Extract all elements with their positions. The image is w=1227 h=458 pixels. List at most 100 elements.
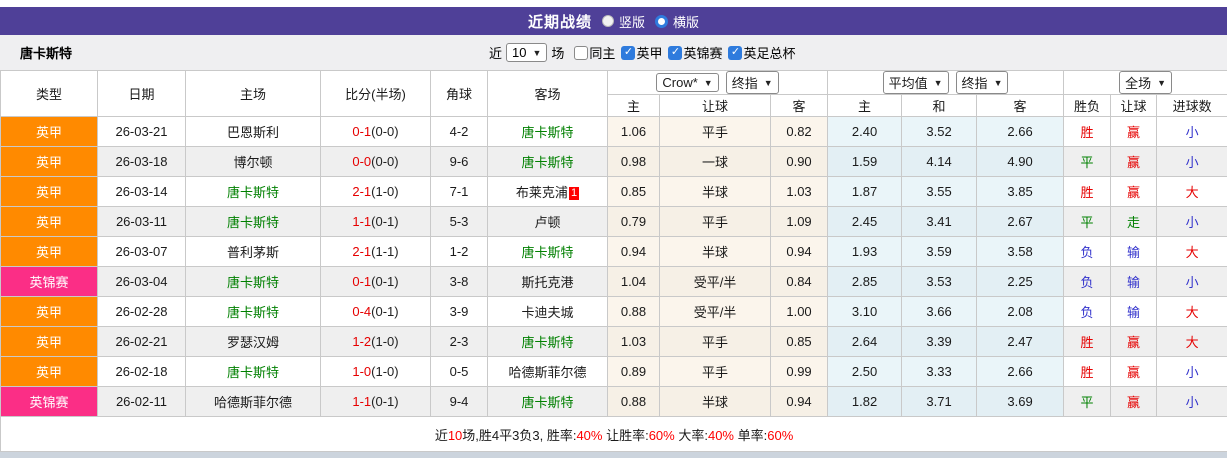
odds-group-header: Crow* ▼ 终指 ▼	[606, 70, 829, 95]
handicap-result-cell: 赢	[1110, 116, 1158, 147]
avg-stage-select[interactable]: 终指 ▼	[955, 71, 1009, 94]
checkbox-label[interactable]: 英足总杯	[743, 43, 795, 62]
avg-select[interactable]: 平均值 ▼	[882, 71, 949, 94]
period-select[interactable]: 全场 ▼	[1119, 71, 1173, 94]
type-badge: 英甲	[0, 326, 98, 357]
checkbox[interactable]: ✓	[668, 45, 683, 60]
odds-away-cell: 0.94	[769, 386, 829, 417]
avg-draw-cell: 3.41	[901, 206, 978, 237]
outcome-cell: 平	[1063, 146, 1112, 177]
date-cell: 26-02-18	[97, 356, 186, 387]
handicap-cell: 半球	[659, 386, 771, 417]
summary-segment: 单率:	[734, 427, 768, 443]
home-team: 哈德斯菲尔德	[185, 386, 321, 417]
avg-home-cell: 2.40	[827, 116, 903, 147]
away-team: 唐卡斯特	[521, 155, 574, 170]
summary-segment: 10	[447, 427, 463, 443]
avg-draw-cell: 3.59	[901, 236, 978, 267]
odds-away-cell: 0.94	[769, 236, 829, 267]
halftime-score: (0-1)	[371, 304, 399, 319]
home-team: 罗瑟汉姆	[185, 326, 321, 357]
fulltime-score: 1-1	[352, 214, 372, 229]
date-cell: 26-02-21	[97, 326, 186, 357]
date-cell: 26-03-07	[97, 236, 186, 267]
results-foot: 近10场,胜4平3负3, 胜率:40% 让胜率:60% 大率:40% 单率:60…	[0, 416, 1227, 452]
away-team: 卢顿	[534, 215, 561, 230]
avg-group-header: 平均值 ▼ 终指 ▼	[827, 70, 1065, 95]
away-team-cell: 哈德斯菲尔德	[487, 356, 608, 387]
halftime-score: (1-0)	[371, 334, 399, 349]
layout-radio-horizontal[interactable]: 横版	[655, 12, 699, 31]
avg-home-cell: 2.85	[827, 266, 903, 297]
col-header-avg-home: 主	[827, 94, 903, 117]
corner-cell: 9-4	[430, 386, 488, 417]
col-header-corner: 角球	[430, 70, 488, 117]
away-team-cell: 唐卡斯特	[487, 146, 608, 177]
odds-stage-select[interactable]: 终指 ▼	[725, 71, 779, 94]
away-team-cell: 唐卡斯特	[487, 326, 608, 357]
radio-unchecked-icon[interactable]	[601, 15, 614, 27]
summary-segment: 让胜率:	[602, 427, 649, 443]
handicap-result-cell: 赢	[1110, 146, 1158, 177]
avg-home-cell: 1.59	[827, 146, 903, 177]
avg-draw-cell: 4.14	[901, 146, 978, 177]
halftime-score: (0-1)	[371, 214, 399, 229]
date-cell: 26-03-14	[97, 176, 186, 207]
checkbox-label[interactable]: 英锦赛	[683, 43, 722, 62]
date-cell: 26-03-11	[97, 206, 186, 237]
handicap-result-cell: 赢	[1110, 356, 1158, 387]
col-header-score: 比分(半场)	[320, 70, 431, 117]
score-cell: 0-1(0-1)	[320, 266, 431, 297]
odds-away-cell: 1.00	[769, 296, 829, 327]
col-header-avg-away: 客	[976, 94, 1065, 117]
score-cell: 0-4(0-1)	[320, 296, 431, 327]
radio-checked-icon[interactable]	[655, 14, 668, 28]
chevron-down-icon: ▼	[933, 77, 943, 88]
checkbox[interactable]: ✓	[728, 45, 743, 60]
table-row: 英甲 26-03-21 巴恩斯利 0-1(0-0) 4-2 唐卡斯特 1.06 …	[0, 116, 1227, 147]
results-head: 类型 日期 主场 比分(半场) 角球 客场 Crow* ▼ 终指 ▼ 平均值 ▼…	[0, 70, 1227, 117]
handicap-cell: 一球	[659, 146, 771, 177]
radio-vertical-label[interactable]: 竖版	[619, 12, 645, 31]
title-bar: 近期战绩 竖版 横版	[0, 7, 1227, 35]
odds-away-cell: 0.85	[769, 326, 829, 357]
avg-away-cell: 2.47	[976, 326, 1065, 357]
chevron-down-icon: ▼	[703, 77, 713, 88]
checkbox[interactable]: ✓	[621, 45, 636, 60]
away-team-cell: 斯托克港	[487, 266, 608, 297]
odds-away-cell: 0.82	[769, 116, 829, 147]
bookmaker-select[interactable]: Crow* ▼	[656, 73, 719, 92]
checkbox-label[interactable]: 同主	[589, 43, 615, 62]
handicap-cell: 平手	[659, 116, 771, 147]
summary-row: 近10场,胜4平3负3, 胜率:40% 让胜率:60% 大率:40% 单率:60…	[0, 416, 1227, 452]
bottom-strip	[0, 452, 1227, 458]
home-team: 唐卡斯特	[185, 356, 321, 387]
avg-stage-select-value: 终指	[961, 76, 988, 91]
fulltime-score: 2-1	[352, 184, 372, 199]
handicap-result-cell: 走	[1110, 206, 1158, 237]
outcome-cell: 平	[1063, 386, 1112, 417]
away-team: 布莱克浦	[515, 185, 568, 200]
type-badge: 英甲	[0, 176, 98, 207]
goals-cell: 小	[1156, 356, 1227, 387]
layout-radio-vertical[interactable]: 竖版	[601, 12, 645, 31]
avg-draw-cell: 3.66	[901, 296, 978, 327]
summary-segment: 场,胜4平3负3, 胜率:	[462, 427, 577, 443]
odds-home-cell: 1.03	[607, 326, 660, 357]
checkbox-label[interactable]: 英甲	[636, 43, 662, 62]
handicap-result-cell: 赢	[1110, 326, 1158, 357]
outcome-cell: 平	[1063, 206, 1112, 237]
recent-count-select[interactable]: 10 ▼	[506, 43, 548, 62]
halftime-score: (1-1)	[371, 244, 399, 259]
summary-segment: 60%	[767, 427, 794, 443]
radio-horizontal-label[interactable]: 横版	[673, 12, 699, 31]
checkbox[interactable]	[574, 45, 589, 60]
away-team-cell: 卡迪夫城	[487, 296, 608, 327]
col-header-handicap-result: 让球	[1110, 94, 1158, 117]
filter-controls: 近 10 ▼ 场 同主 ✓ 英甲 ✓ 英锦赛 ✓ 英足总杯	[487, 35, 795, 70]
away-team: 唐卡斯特	[521, 395, 574, 410]
outcome-cell: 负	[1063, 296, 1112, 327]
halftime-score: (1-0)	[371, 364, 399, 379]
type-badge: 英甲	[0, 116, 98, 147]
score-cell: 1-1(0-1)	[320, 206, 431, 237]
